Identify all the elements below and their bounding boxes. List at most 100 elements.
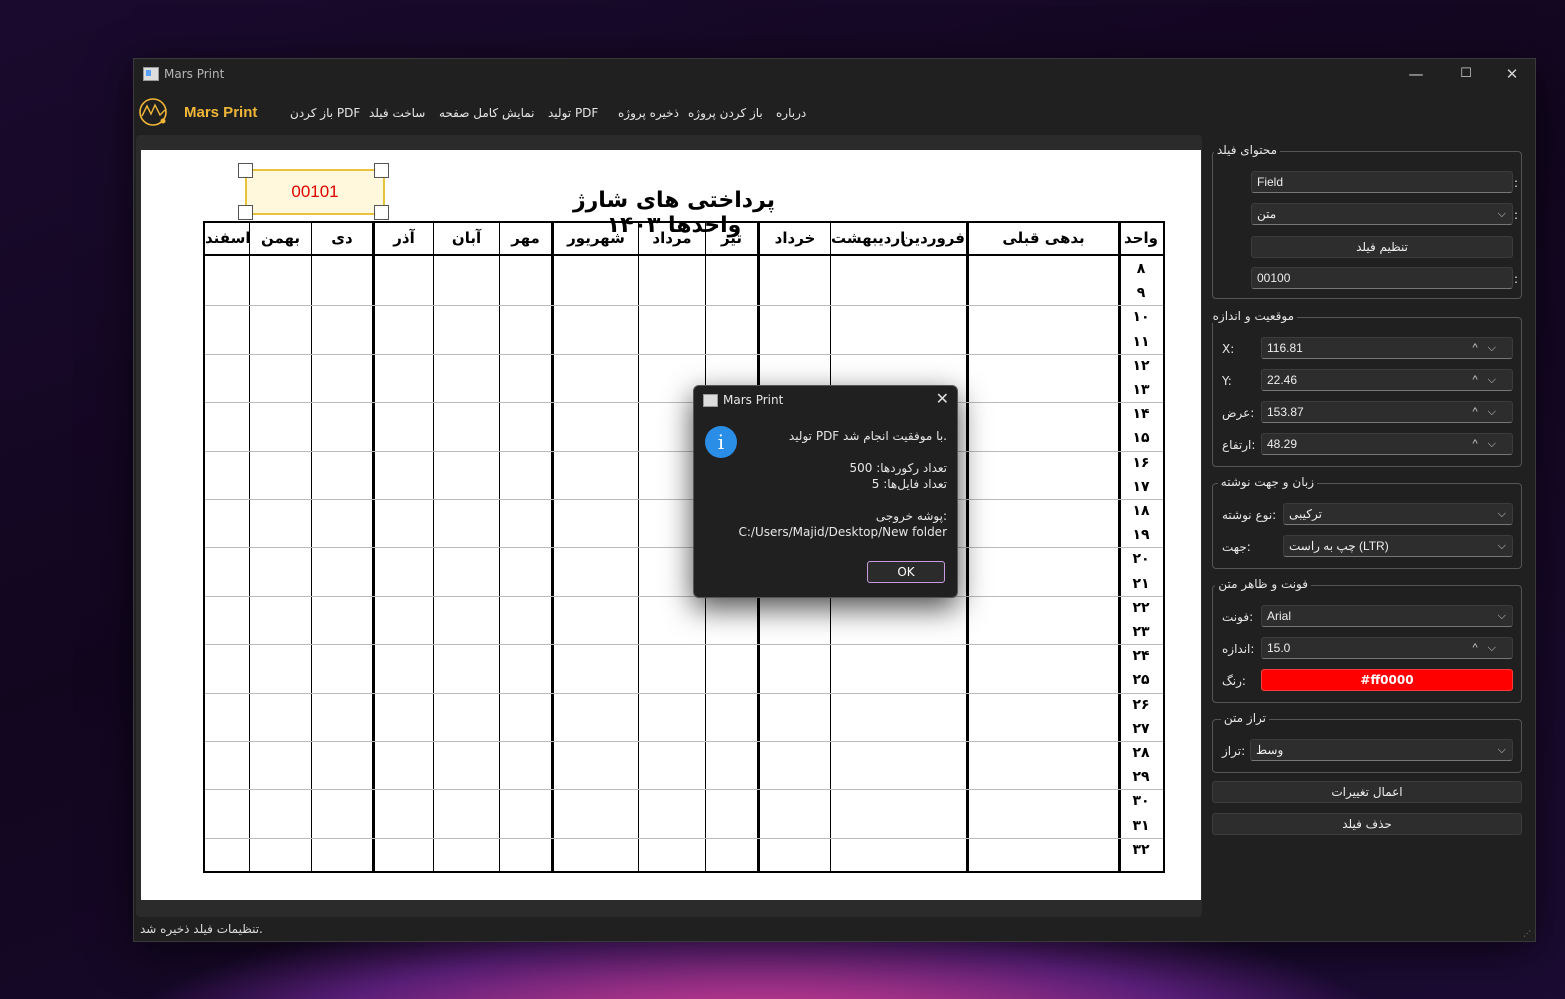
unit-number: ۱۹ xyxy=(1132,527,1150,544)
group-alignment: تراز متن تراز: وسط ⌵ xyxy=(1212,711,1522,773)
header-mehr: مهر xyxy=(511,229,540,247)
header-mordad: مرداد xyxy=(652,229,692,247)
align-select[interactable]: وسط ⌵ xyxy=(1250,739,1513,761)
unit-number: ۱۳ xyxy=(1132,382,1150,398)
resize-handle-top-left[interactable] xyxy=(238,163,253,178)
table-row-divider xyxy=(205,741,1163,742)
set-field-button[interactable]: تنظیم فیلد xyxy=(1251,236,1513,258)
dialog-close-icon[interactable]: ✕ xyxy=(936,389,949,408)
resize-handle-top-right[interactable] xyxy=(374,163,389,178)
group-position-size: موقعیت و اندازه X: 116.81 ^⌵ Y: 22.46 ^⌵ ع… xyxy=(1209,309,1522,467)
unit-number: ۳۱ xyxy=(1132,817,1150,834)
resize-handle-bottom-left[interactable] xyxy=(238,205,253,220)
size-spinbox[interactable]: 15.0 ^⌵ xyxy=(1261,637,1513,659)
text-input[interactable]: 00100 xyxy=(1251,267,1513,289)
font-select[interactable]: Arial ⌵ xyxy=(1261,605,1513,627)
table-row-divider xyxy=(205,499,1163,500)
dialog-message-output-path: C:/Users/Majid/Desktop/New folder xyxy=(738,525,948,539)
group-field-content: محتوای فیلد نام: Field نوع: متن⌵ تنظیم ف… xyxy=(1212,143,1522,299)
chevron-down-icon: ⌵ xyxy=(1497,744,1506,756)
direction-select[interactable]: چپ به راست (LTR) ⌵ xyxy=(1283,535,1513,557)
dialog-message-records: تعداد رکوردها: 500 xyxy=(849,461,947,475)
y-spinbox[interactable]: 22.46 ^⌵ xyxy=(1261,369,1513,391)
apply-changes-button[interactable]: اعمال تغییرات xyxy=(1212,781,1522,803)
width-spinbox[interactable]: 153.87 ^⌵ xyxy=(1261,401,1513,423)
menu-about[interactable]: درباره xyxy=(776,106,806,120)
properties-panel: محتوای فیلد نام: Field نوع: متن⌵ تنظیم ف… xyxy=(1209,143,1524,931)
script-type-select[interactable]: ترکیبی ⌵ xyxy=(1283,503,1513,525)
table-row-divider xyxy=(205,450,1163,452)
name-input[interactable]: Field xyxy=(1251,171,1513,193)
unit-number: ۲۹ xyxy=(1132,769,1150,786)
table-row-divider xyxy=(205,837,1163,839)
size-label: اندازه: xyxy=(1222,642,1255,656)
document-page[interactable]: پرداختی های شارژ واحدها ۱۴۰۳ 00101 واحد … xyxy=(141,150,1201,900)
color-picker-button[interactable]: #ff0000 xyxy=(1261,669,1513,691)
script-type-label: نوع نوشته: xyxy=(1222,508,1277,522)
direction-label: جهت: xyxy=(1222,540,1251,554)
menu-full-page-view[interactable]: نمایش کامل صفحه xyxy=(439,106,535,120)
menu-create-field[interactable]: ساخت فیلد xyxy=(369,106,425,120)
chevron-down-icon: ⌵ xyxy=(1497,508,1506,520)
unit-number: ۲۱ xyxy=(1132,575,1150,592)
header-previous-debt: بدهی قبلی xyxy=(1002,229,1085,247)
table-row-divider xyxy=(205,547,1163,549)
x-spinbox[interactable]: 116.81 ^⌵ xyxy=(1261,337,1513,359)
menu-save-project[interactable]: ذخیره پروژه xyxy=(618,106,679,120)
mars-logo-icon xyxy=(139,98,167,126)
unit-number: ۳۲ xyxy=(1132,841,1150,858)
status-bar-text: تنظیمات فیلد ذخیره شد. xyxy=(140,922,263,936)
group-font: فونت و ظاهر متن فونت: Arial ⌵ اندازه: 15.… xyxy=(1212,577,1522,703)
menu-open-pdf[interactable]: باز کردن PDF xyxy=(290,106,360,120)
group-title-position-size: موقعیت و اندازه xyxy=(1209,309,1297,323)
selected-field[interactable]: 00101 xyxy=(245,169,385,215)
unit-number: ۱۶ xyxy=(1132,454,1150,471)
x-label: X: xyxy=(1222,342,1235,356)
unit-number: ۲۵ xyxy=(1132,672,1150,689)
chevron-down-icon: ⌵ xyxy=(1497,208,1506,220)
unit-number: ۲۲ xyxy=(1132,599,1150,616)
title-bar: Mars Print — ☐ ✕ xyxy=(134,59,1535,89)
menu-open-project[interactable]: باز کردن پروژه xyxy=(688,106,763,120)
chevron-down-icon: ⌵ xyxy=(1497,610,1506,622)
spin-arrows-icon: ^⌵ xyxy=(1472,406,1506,418)
unit-number: ۲۴ xyxy=(1132,648,1150,665)
unit-number: ۲۸ xyxy=(1132,745,1150,761)
table-row-divider xyxy=(205,595,1163,597)
success-dialog: Mars Print ✕ i تولید PDF با موفقیت انجام… xyxy=(693,385,958,598)
header-farvardin: فروردین xyxy=(901,229,965,247)
height-spinbox[interactable]: 48.29 ^⌵ xyxy=(1261,433,1513,455)
unit-number: ۲۳ xyxy=(1132,624,1150,640)
header-aban: آبان xyxy=(451,229,482,247)
menu-generate-pdf[interactable]: تولید PDF xyxy=(548,106,598,120)
group-title-language: زبان و جهت نوشته xyxy=(1217,475,1317,489)
group-title-alignment: تراز متن xyxy=(1220,711,1269,725)
resize-handle-bottom-right[interactable] xyxy=(374,205,389,220)
app-icon xyxy=(703,394,718,407)
ok-button[interactable]: OK xyxy=(867,561,945,583)
unit-number: ۳۰ xyxy=(1132,793,1150,810)
unit-number: ۱۱ xyxy=(1132,333,1150,350)
unit-number: ۱۰ xyxy=(1132,309,1150,326)
charge-table: واحد بدهی قبلی فروردین اردیبهشت خرداد تی… xyxy=(203,221,1165,873)
brand-label: Mars Print xyxy=(184,104,258,121)
dialog-message-success: تولید PDF با موفقیت انجام شد. xyxy=(788,429,947,443)
font-label: فونت: xyxy=(1222,610,1254,624)
group-title-field-content: محتوای فیلد xyxy=(1213,143,1280,157)
close-button[interactable]: ✕ xyxy=(1489,59,1535,89)
width-label: عرض: xyxy=(1222,406,1255,420)
minimize-button[interactable]: — xyxy=(1393,59,1439,89)
unit-number: ۲۷ xyxy=(1132,720,1150,737)
menu-bar: Mars Print باز کردن PDF ساخت فیلد نمایش … xyxy=(134,89,1535,135)
delete-field-button[interactable]: حذف فیلد xyxy=(1212,813,1522,835)
resize-grip-icon[interactable]: ⋰ xyxy=(1523,929,1533,939)
dialog-title: Mars Print xyxy=(723,393,784,407)
header-dey: دی xyxy=(331,229,353,247)
header-ordibehesht: اردیبهشت xyxy=(831,229,906,247)
unit-number: ۹ xyxy=(1136,285,1146,302)
app-icon xyxy=(143,67,159,81)
header-esfand: اسفند xyxy=(205,229,251,247)
group-language-direction: زبان و جهت نوشته نوع نوشته: ترکیبی ⌵ جهت:… xyxy=(1212,475,1522,569)
maximize-button[interactable]: ☐ xyxy=(1443,59,1489,89)
type-select[interactable]: متن ⌵ xyxy=(1251,203,1513,225)
